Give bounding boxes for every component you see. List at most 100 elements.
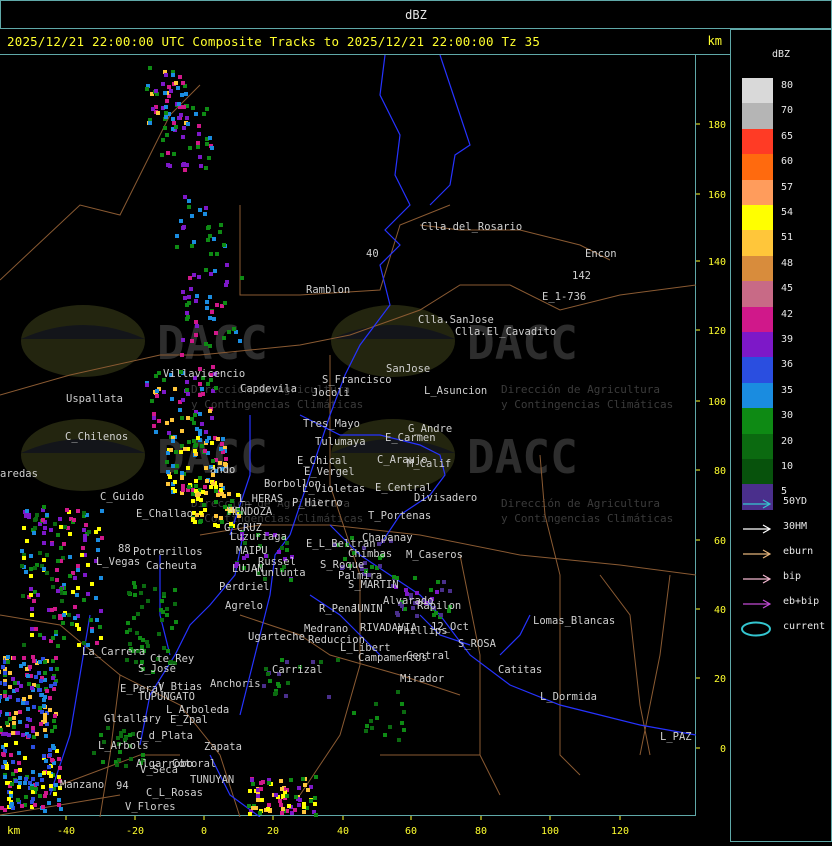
place-label: Carrizal [272, 664, 323, 676]
echo-pixel [99, 636, 103, 640]
echo-pixel [402, 728, 406, 732]
echo-pixel [182, 126, 186, 130]
echo-pixel [227, 492, 231, 496]
echo-pixel [306, 788, 310, 792]
echo-pixel [179, 219, 183, 223]
place-label: Agrelo [225, 600, 263, 612]
echo-pixel [3, 760, 7, 764]
echo-pixel [40, 693, 44, 697]
echo-pixel [140, 605, 144, 609]
echo-pixel [45, 689, 49, 693]
track-arrow-icon [743, 524, 772, 534]
watermark-line2: y Contingencias Climáticas [191, 398, 363, 411]
echo-pixel [40, 778, 44, 782]
echo-pixel [402, 710, 406, 714]
echo-pixel [166, 470, 170, 474]
echo-pixel [89, 618, 93, 622]
place-label: Potrerillos [133, 546, 203, 558]
echo-pixel [208, 295, 212, 299]
echo-pixel [180, 476, 184, 480]
echo-pixel [327, 695, 331, 699]
echo-pixel [75, 593, 79, 597]
place-label: V_Flores [125, 801, 176, 813]
echo-pixel [16, 798, 20, 802]
echo-pixel [181, 484, 185, 488]
echo-pixel [29, 574, 33, 578]
echo-pixel [25, 724, 29, 728]
echo-pixel [195, 427, 199, 431]
echo-pixel [33, 803, 37, 807]
echo-pixel [166, 482, 170, 486]
echo-pixel [173, 602, 177, 606]
echo-pixel [35, 513, 39, 517]
echo-pixel [148, 66, 152, 70]
echo-pixel [95, 641, 99, 645]
echo-pixel [208, 234, 212, 238]
echo-pixel [37, 671, 41, 675]
echo-pixel [203, 508, 207, 512]
echo-pixel [212, 317, 216, 321]
echo-pixel [128, 733, 132, 737]
echo-pixel [35, 732, 39, 736]
track-legend-item: eburn [741, 546, 831, 560]
echo-pixel [219, 488, 223, 492]
legend-swatch [742, 306, 773, 333]
echo-pixel [42, 567, 46, 571]
echo-pixel [17, 785, 21, 789]
place-label: P_Hierro [292, 497, 343, 509]
echo-pixel [41, 785, 45, 789]
echo-pixel [19, 684, 23, 688]
echo-pixel [99, 733, 103, 737]
echo-pixel [206, 238, 210, 242]
echo-pixel [297, 786, 301, 790]
echo-pixel [365, 724, 369, 728]
echo-pixel [194, 320, 198, 324]
echo-pixel [28, 665, 32, 669]
x-tick-label: 0 [201, 826, 207, 837]
echo-pixel [48, 748, 52, 752]
echo-pixel [142, 584, 146, 588]
echo-pixel [49, 528, 53, 532]
echo-pixel [205, 107, 209, 111]
echo-pixel [162, 646, 166, 650]
echo-pixel [268, 679, 272, 683]
echo-pixel [171, 464, 175, 468]
echo-pixel [10, 782, 14, 786]
echo-pixel [429, 588, 433, 592]
echo-pixel [176, 86, 180, 90]
echo-pixel [18, 710, 22, 714]
echo-pixel [32, 659, 36, 663]
echo-pixel [49, 784, 53, 788]
echo-pixel [175, 234, 179, 238]
map-canvas[interactable]: DACC Dirección de Agricultura y Contingenc… [0, 54, 697, 818]
track-legend-label: 30HM [783, 521, 808, 532]
echo-pixel [132, 616, 136, 620]
place-label: G_Andre [408, 423, 452, 435]
echo-pixel [219, 516, 223, 520]
echo-pixel [25, 509, 29, 513]
echo-pixel [178, 75, 182, 79]
echo-pixel [198, 520, 202, 524]
echo-pixel [146, 644, 150, 648]
legend-swatch [742, 408, 773, 435]
echo-pixel [396, 690, 400, 694]
legend-swatch [742, 255, 773, 282]
echo-pixel [56, 559, 60, 563]
place-label: Uspallata [66, 393, 123, 405]
echo-pixel [214, 386, 218, 390]
echo-pixel [280, 546, 284, 550]
track-legend-item: 50YD [741, 496, 831, 510]
radar-map[interactable]: DACC Dirección de Agricultura y Contingenc… [0, 54, 697, 818]
echo-pixel [15, 688, 19, 692]
place-label: SanJose [386, 363, 430, 375]
echo-pixel [87, 530, 91, 534]
echo-pixel [68, 532, 72, 536]
legend-level-label: 39 [781, 334, 794, 345]
echo-pixel [232, 327, 236, 331]
echo-pixel [24, 777, 28, 781]
echo-pixel [194, 484, 198, 488]
echo-pixel [12, 716, 16, 720]
x-tick-label: -20 [126, 826, 144, 837]
echo-pixel [208, 316, 212, 320]
echo-pixel [208, 136, 212, 140]
